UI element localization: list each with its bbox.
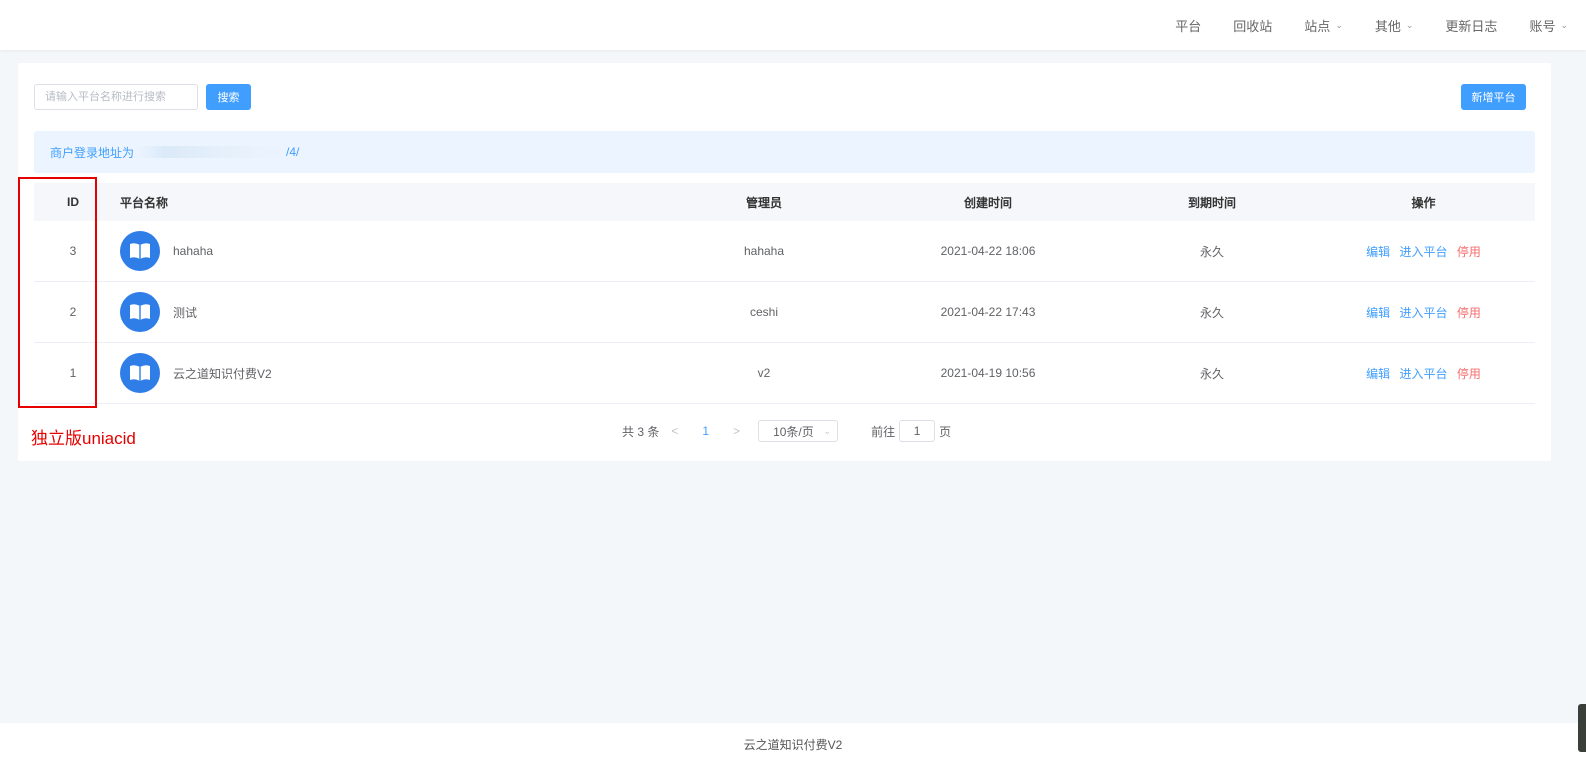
header-expire: 到期时间	[1187, 195, 1236, 210]
cell-admin: ceshi	[749, 305, 778, 319]
goto-suffix: 页	[939, 424, 952, 439]
nav-item-label: 平台	[1175, 18, 1202, 34]
table-row: 1 云之道知识付费V2 v2 2021-04-19 10:56 永久 编辑 进入…	[34, 343, 1535, 404]
main-nav: 平台 回收站 站点 ⌄ 其他 ⌄ 更新日志 账号 ⌄	[1143, 0, 1568, 50]
cell-ops: 编辑 进入平台 停用	[1312, 243, 1535, 260]
top-navbar: 平台 回收站 站点 ⌄ 其他 ⌄ 更新日志 账号 ⌄	[0, 0, 1586, 50]
next-page-icon[interactable]: >	[733, 424, 740, 438]
nav-item-changelog[interactable]: 更新日志	[1445, 16, 1497, 35]
nav-item-label: 账号	[1529, 18, 1556, 34]
chevron-down-icon: ⌄	[1560, 19, 1568, 30]
cell-expire: 永久	[1199, 366, 1224, 381]
header-name: 平台名称	[120, 195, 169, 210]
goto-prefix: 前往	[871, 424, 896, 439]
enter-platform-link[interactable]: 进入平台	[1399, 367, 1447, 381]
chevron-down-icon: ⌄	[823, 425, 832, 436]
disable-link[interactable]: 停用	[1457, 306, 1481, 320]
nav-item-label: 站点	[1304, 18, 1331, 34]
merchant-login-notice: 商户登录地址为 /4/	[34, 131, 1535, 173]
pagination: 共 3 条 < 1 > 10条/页 ⌄ 前往 页	[622, 419, 951, 443]
book-icon	[120, 353, 160, 393]
nav-item-label: 回收站	[1233, 18, 1273, 34]
enter-platform-link[interactable]: 进入平台	[1399, 306, 1447, 320]
chevron-down-icon: ⌄	[1335, 19, 1343, 30]
disable-link[interactable]: 停用	[1457, 367, 1481, 381]
annotation-label: 独立版uniacid	[31, 429, 136, 448]
cell-ops: 编辑 进入平台 停用	[1312, 304, 1535, 321]
cell-admin: v2	[757, 366, 771, 380]
nav-item-platform[interactable]: 平台	[1175, 16, 1201, 35]
cell-name: hahaha	[112, 231, 664, 271]
edit-link[interactable]: 编辑	[1366, 245, 1390, 259]
platform-table: ID 平台名称 管理员 创建时间 到期时间 操作 3 hahaha hahaha…	[34, 183, 1535, 404]
nav-item-other[interactable]: 其他 ⌄	[1375, 16, 1414, 35]
footer: 云之道知识付费V2	[0, 723, 1586, 774]
goto-page-input[interactable]	[899, 420, 936, 442]
cell-name: 云之道知识付费V2	[112, 353, 664, 393]
cell-expire: 永久	[1199, 305, 1224, 320]
platform-list-card: 搜索 新增平台 商户登录地址为 /4/ ID 平台名称 管理员 创建时间 到期时…	[18, 63, 1551, 461]
nav-item-label: 更新日志	[1445, 18, 1498, 34]
book-icon	[120, 292, 160, 332]
page-size-value: 10条/页	[773, 424, 814, 439]
cell-admin: hahaha	[743, 244, 785, 258]
cell-created: 2021-04-19 10:56	[940, 366, 1036, 380]
nav-item-label: 其他	[1374, 18, 1401, 34]
header-created: 创建时间	[963, 195, 1012, 210]
search-input[interactable]	[34, 84, 198, 110]
table-header: ID 平台名称 管理员 创建时间 到期时间 操作	[34, 183, 1535, 221]
total-count: 共 3 条	[622, 424, 660, 439]
platform-name: 云之道知识付费V2	[173, 366, 272, 381]
cell-ops: 编辑 进入平台 停用	[1312, 365, 1535, 382]
nav-item-recycle-bin[interactable]: 回收站	[1233, 16, 1272, 35]
nav-item-site[interactable]: 站点 ⌄	[1304, 16, 1343, 35]
enter-platform-link[interactable]: 进入平台	[1399, 245, 1447, 259]
cell-expire: 永久	[1199, 244, 1224, 259]
table-row: 2 测试 ceshi 2021-04-22 17:43 永久 编辑 进入平台 停…	[34, 282, 1535, 343]
chevron-down-icon: ⌄	[1405, 19, 1414, 30]
header-admin: 管理员	[745, 195, 782, 210]
disable-link[interactable]: 停用	[1457, 245, 1481, 259]
edit-link[interactable]: 编辑	[1366, 367, 1390, 381]
cell-created: 2021-04-22 17:43	[940, 305, 1036, 319]
nav-item-account[interactable]: 账号 ⌄	[1529, 16, 1568, 35]
platform-name: 测试	[173, 305, 198, 320]
search-button[interactable]: 搜索	[206, 84, 251, 110]
cell-created: 2021-04-22 18:06	[940, 244, 1036, 258]
page-size-select[interactable]: 10条/页 ⌄	[758, 420, 839, 442]
table-row: 3 hahaha hahaha 2021-04-22 18:06 永久 编辑 进…	[34, 221, 1535, 282]
edit-link[interactable]: 编辑	[1366, 306, 1390, 320]
side-handle[interactable]	[1578, 704, 1586, 752]
notice-suffix: /4/	[286, 145, 300, 159]
redacted-url	[136, 146, 287, 158]
platform-name: hahaha	[173, 244, 214, 258]
page-number[interactable]: 1	[702, 424, 709, 438]
cell-name: 测试	[112, 292, 664, 332]
add-platform-button[interactable]: 新增平台	[1461, 84, 1526, 110]
annotation-highlight-box	[18, 177, 97, 408]
prev-page-icon[interactable]: <	[671, 424, 678, 438]
header-ops: 操作	[1411, 195, 1436, 210]
footer-text: 云之道知识付费V2	[743, 738, 843, 752]
book-icon	[120, 231, 160, 271]
notice-prefix: 商户登录地址为	[50, 145, 135, 160]
